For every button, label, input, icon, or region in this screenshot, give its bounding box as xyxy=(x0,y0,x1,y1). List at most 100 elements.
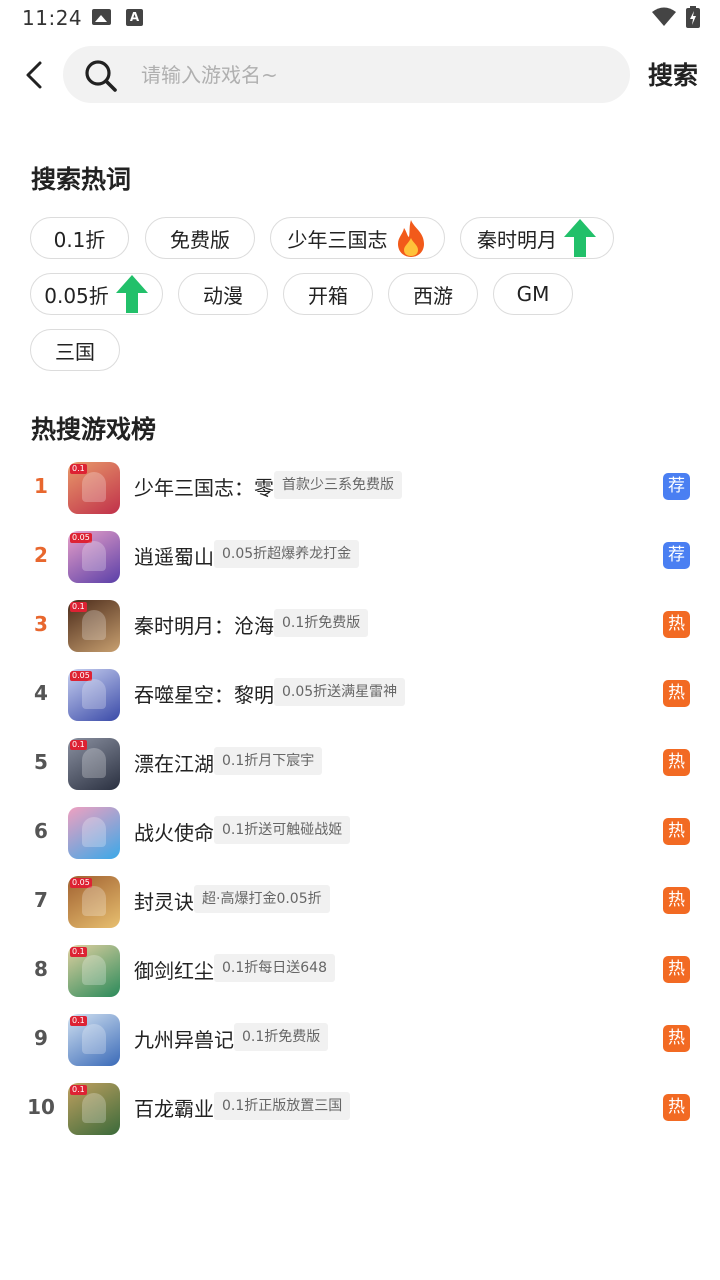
game-icon: 0.1 xyxy=(68,945,120,997)
hot-words-title: 搜索热词 xyxy=(31,165,132,194)
hot-word-chip[interactable]: 免费版 xyxy=(145,217,255,259)
rank-number: 10 xyxy=(27,1095,55,1119)
ranking-row[interactable]: 1 0.1 少年三国志：零 首款少三系免费版 荐 xyxy=(0,458,720,518)
chip-label: 动漫 xyxy=(203,283,243,308)
game-name: 九州异兽记 xyxy=(134,1028,234,1052)
rank-number: 2 xyxy=(34,543,48,567)
icon-figure xyxy=(82,955,106,985)
status-badge: 热 xyxy=(663,749,690,776)
game-name: 漂在江湖 xyxy=(134,752,214,776)
chip-label: 0.1折 xyxy=(53,227,106,252)
game-icon: 0.1 xyxy=(68,600,120,652)
game-name: 封灵诀 xyxy=(134,890,194,914)
icon-badge: 0.1 xyxy=(70,602,87,612)
chip-label: GM xyxy=(516,282,550,306)
ranking-row[interactable]: 10 0.1 百龙霸业 0.1折正版放置三国 热 xyxy=(0,1079,720,1139)
ranking-row[interactable]: 7 0.05 封灵诀 超·高爆打金0.05折 热 xyxy=(0,872,720,932)
rank-number: 7 xyxy=(34,888,48,912)
hot-word-chip[interactable]: 0.05折 xyxy=(30,273,163,315)
status-badge: 热 xyxy=(663,887,690,914)
game-icon: 0.1 xyxy=(68,1083,120,1135)
ranking-row[interactable]: 2 0.05 逍遥蜀山 0.05折超爆养龙打金 荐 xyxy=(0,527,720,587)
arrow-up-icon xyxy=(115,275,148,313)
ranking-row[interactable]: 3 0.1 秦时明月：沧海 0.1折免费版 热 xyxy=(0,596,720,656)
chip-label: 少年三国志 xyxy=(287,227,388,252)
icon-figure xyxy=(82,679,106,709)
status-badge: 热 xyxy=(663,680,690,707)
ranking-row[interactable]: 8 0.1 御剑红尘 0.1折每日送648 热 xyxy=(0,941,720,1001)
game-icon: 0.1 xyxy=(68,1014,120,1066)
game-name: 秦时明月：沧海 xyxy=(134,614,274,638)
status-badge: 荐 xyxy=(663,473,690,500)
icon-figure xyxy=(82,1024,106,1054)
game-name: 战火使命 xyxy=(134,821,214,845)
rank-number: 3 xyxy=(34,612,48,636)
game-icon: 0.05 xyxy=(68,531,120,583)
hot-word-chip[interactable]: 西游 xyxy=(388,273,478,315)
icon-figure xyxy=(82,886,106,916)
icon-figure xyxy=(82,610,106,640)
game-tag: 0.1折免费版 xyxy=(274,609,369,637)
icon-figure xyxy=(82,748,106,778)
game-name: 百龙霸业 xyxy=(134,1097,214,1121)
fire-icon xyxy=(397,220,424,257)
status-badge: 荐 xyxy=(663,542,690,569)
game-tag: 0.1折每日送648 xyxy=(214,954,335,982)
wifi-icon xyxy=(652,7,676,26)
rank-number: 4 xyxy=(34,681,48,705)
hot-word-chip[interactable]: 开箱 xyxy=(283,273,373,315)
status-badge: 热 xyxy=(663,1025,690,1052)
rank-number: 9 xyxy=(34,1026,48,1050)
hot-word-chip[interactable]: GM xyxy=(493,273,573,315)
search-header: 搜索 xyxy=(0,44,720,106)
hot-word-chip[interactable]: 秦时明月 xyxy=(460,217,614,259)
icon-badge: 0.1 xyxy=(70,947,87,957)
ranking-row[interactable]: 6 战火使命 0.1折送可触碰战姬 热 xyxy=(0,803,720,863)
game-icon: 0.1 xyxy=(68,462,120,514)
game-tag: 0.05折送满星雷神 xyxy=(274,678,406,706)
icon-badge: 0.1 xyxy=(70,740,87,750)
game-tag: 0.1折正版放置三国 xyxy=(214,1092,351,1120)
ranking-title: 热搜游戏榜 xyxy=(31,415,157,444)
game-icon xyxy=(68,807,120,859)
game-name: 逍遥蜀山 xyxy=(134,545,214,569)
icon-figure xyxy=(82,541,106,571)
image-icon xyxy=(92,9,111,25)
arrow-up-icon xyxy=(564,219,596,257)
hot-word-chip[interactable]: 动漫 xyxy=(178,273,268,315)
game-tag: 0.1折月下宸宇 xyxy=(214,747,323,775)
game-name: 御剑红尘 xyxy=(134,959,214,983)
hot-word-chip[interactable]: 0.1折 xyxy=(30,217,129,259)
game-tag: 0.1折送可触碰战姬 xyxy=(214,816,351,844)
game-name: 少年三国志：零 xyxy=(134,476,274,500)
chip-label: 秦时明月 xyxy=(477,227,557,252)
game-icon: 0.05 xyxy=(68,876,120,928)
search-input[interactable] xyxy=(141,46,601,103)
chip-label: 西游 xyxy=(413,283,453,308)
back-arrow-icon xyxy=(26,61,42,89)
game-tag: 首款少三系免费版 xyxy=(274,471,402,499)
game-tag: 0.1折免费版 xyxy=(234,1023,329,1051)
ranking-row[interactable]: 9 0.1 九州异兽记 0.1折免费版 热 xyxy=(0,1010,720,1070)
status-badge: 热 xyxy=(663,611,690,638)
rank-number: 5 xyxy=(34,750,48,774)
game-icon: 0.1 xyxy=(68,738,120,790)
back-button[interactable] xyxy=(14,52,54,98)
hot-word-chip[interactable]: 三国 xyxy=(30,329,120,371)
search-button[interactable]: 搜索 xyxy=(648,56,698,92)
ranking-row[interactable]: 5 0.1 漂在江湖 0.1折月下宸宇 热 xyxy=(0,734,720,794)
chip-label: 0.05折 xyxy=(44,283,109,308)
status-badge: 热 xyxy=(663,818,690,845)
ranking-row[interactable]: 4 0.05 吞噬星空：黎明 0.05折送满星雷神 热 xyxy=(0,665,720,725)
icon-figure xyxy=(82,817,106,847)
icon-badge: 0.1 xyxy=(70,1085,87,1095)
status-time: 11:24 xyxy=(22,6,83,30)
status-badge: 热 xyxy=(663,956,690,983)
hot-word-chip[interactable]: 少年三国志 xyxy=(270,217,445,259)
status-bar: 11:24 A xyxy=(0,0,720,36)
chip-label: 免费版 xyxy=(170,227,230,252)
search-box[interactable] xyxy=(63,46,630,103)
search-icon xyxy=(85,60,117,92)
icon-figure xyxy=(82,472,106,502)
a-icon: A xyxy=(126,9,143,26)
